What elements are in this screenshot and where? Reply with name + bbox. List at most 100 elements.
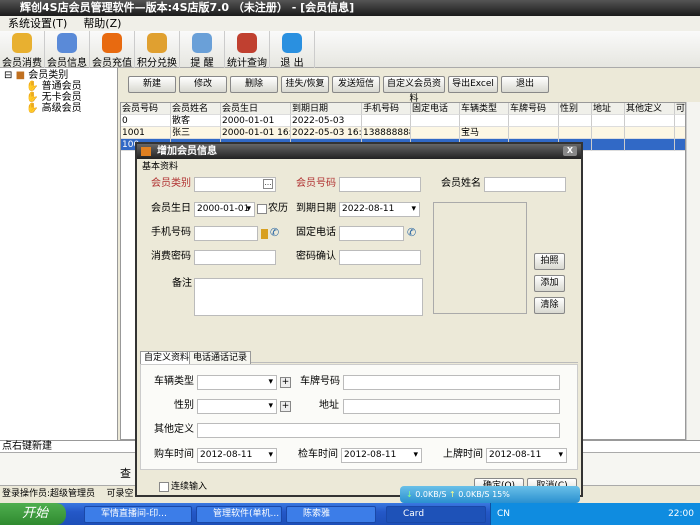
language-indicator[interactable]: CN <box>491 503 510 525</box>
grid-scrollbar[interactable] <box>686 102 700 440</box>
delete-button[interactable]: 删除 <box>230 76 278 93</box>
category-label: 会员类别 <box>151 178 191 189</box>
download-speed: 0.0KB/S <box>415 490 447 499</box>
mobile-input[interactable] <box>194 226 258 241</box>
birthday-picker[interactable]: 2000-01-01 <box>194 202 255 217</box>
toolbar-button-3[interactable]: 积分兑换 <box>135 31 180 69</box>
reminder-icon <box>192 33 212 53</box>
dialog-close-button[interactable]: X <box>563 146 577 156</box>
confirm-input[interactable] <box>339 250 421 265</box>
add-photo-button[interactable]: 添加 <box>534 275 565 292</box>
table-cell <box>675 127 685 139</box>
menu-system-settings[interactable]: 系统设置(T) <box>8 17 67 30</box>
number-input[interactable] <box>339 177 421 192</box>
menu-help[interactable]: 帮助(Z) <box>83 17 121 30</box>
other-input[interactable] <box>197 423 560 438</box>
dial-icon[interactable]: ✆ <box>270 226 279 239</box>
task-management[interactable]: 管理软件(单机... <box>196 506 282 523</box>
query-label[interactable]: 查 <box>120 465 131 481</box>
column-header[interactable]: 固定电话 <box>411 103 460 115</box>
category-input[interactable]: … <box>194 177 276 192</box>
table-cell <box>509 127 559 139</box>
action-buttons: 新建 修改 删除 挂失/恢复 发送短信 自定义会员资料 导出Excel 退出 <box>120 76 686 104</box>
dialog-title-bar[interactable]: 增加会员信息 X <box>137 144 581 159</box>
gender-select[interactable] <box>197 399 277 414</box>
toolbar-label: 统计查询 <box>227 58 267 69</box>
table-row[interactable]: 1001张三2000-01-01 16:27:572022-05-03 16:2… <box>121 127 685 139</box>
dial-icon[interactable]: ✆ <box>407 226 416 239</box>
toolbar-button-2[interactable]: 会员充值 <box>90 31 135 69</box>
column-header[interactable]: 车牌号码 <box>509 103 559 115</box>
tree-root[interactable]: ⊟ ■ 会员类别 <box>4 70 113 81</box>
buy-time-label: 购车时间 <box>154 449 194 460</box>
upload-speed: 0.0KB/S <box>458 490 490 499</box>
column-header[interactable]: 车辆类型 <box>460 103 509 115</box>
task-chen[interactable]: 陈索雅 <box>286 506 376 523</box>
new-button[interactable]: 新建 <box>128 76 176 93</box>
table-cell <box>625 115 675 127</box>
column-header[interactable]: 地址 <box>592 103 625 115</box>
plate-input[interactable] <box>343 375 560 390</box>
column-header[interactable]: 其他定义 <box>625 103 675 115</box>
menu-bar: 系统设置(T) 帮助(Z) <box>0 16 700 31</box>
statistics-icon <box>237 33 257 53</box>
coin-icon <box>102 33 122 53</box>
phone-input[interactable] <box>339 226 404 241</box>
lunar-checkbox[interactable] <box>257 204 267 214</box>
phone-label: 固定电话 <box>296 227 336 238</box>
tab-call-records[interactable]: 电话通话记录 <box>189 351 252 364</box>
browse-button[interactable]: … <box>263 179 273 189</box>
add-gender-button[interactable]: + <box>280 401 291 412</box>
inspect-time-picker[interactable]: 2012-08-11 <box>341 448 422 463</box>
column-header[interactable]: 会员姓名 <box>171 103 221 115</box>
start-button[interactable]: 开始 <box>0 503 66 525</box>
remark-textarea[interactable] <box>194 278 423 316</box>
toolbar-button-4[interactable]: 提 醒 <box>180 31 225 69</box>
export-excel-button[interactable]: 导出Excel <box>448 76 498 93</box>
column-header[interactable]: 会员号码 <box>121 103 171 115</box>
task-card[interactable]: Card <box>386 506 486 523</box>
table-row[interactable]: 0 散客 2000-01-01 2022-05-03 <box>121 115 685 127</box>
toolbar-label: 提 醒 <box>190 58 214 69</box>
plate-time-picker[interactable]: 2012-08-11 <box>486 448 567 463</box>
table-cell <box>460 115 509 127</box>
toolbar-button-5[interactable]: 统计查询 <box>225 31 270 69</box>
table-cell <box>592 139 625 151</box>
column-header[interactable]: 到期日期 <box>291 103 362 115</box>
custom-fields-button[interactable]: 自定义会员资料 <box>383 76 445 104</box>
table-cell <box>411 115 460 127</box>
app-icon <box>141 147 151 156</box>
buy-time-picker[interactable]: 2012-08-11 <box>197 448 277 463</box>
other-label: 其他定义 <box>154 424 194 435</box>
loss-restore-button[interactable]: 挂失/恢复 <box>281 76 329 93</box>
plate-label: 车牌号码 <box>300 376 340 387</box>
send-sms-button[interactable]: 发送短信 <box>332 76 380 93</box>
sms-icon[interactable] <box>261 229 268 239</box>
column-header[interactable]: 会员生日 <box>221 103 291 115</box>
address-input[interactable] <box>343 399 560 414</box>
toolbar-button-0[interactable]: 会员消费 <box>0 31 45 69</box>
task-military[interactable]: 军情直播间-印... <box>84 506 192 523</box>
toolbar-button-1[interactable]: 会员信息 <box>45 31 90 69</box>
edit-button[interactable]: 修改 <box>179 76 227 93</box>
exit-button[interactable]: 退出 <box>501 76 549 93</box>
network-speed-widget: ↓ 0.0KB/S ↑ 0.0KB/S 15% <box>400 486 580 503</box>
clear-photo-button[interactable]: 清除 <box>534 297 565 314</box>
tab-custom-info[interactable]: 自定义资料 <box>140 351 194 364</box>
expiry-picker[interactable]: 2022-08-11 <box>339 202 420 217</box>
add-member-dialog: 增加会员信息 X 基本资料 会员类别 … 会员号码 会员姓名 会员生日 2000… <box>135 142 583 497</box>
vehicle-type-select[interactable] <box>197 375 277 390</box>
take-photo-button[interactable]: 拍照 <box>534 253 565 270</box>
name-input[interactable] <box>484 177 566 192</box>
column-header[interactable]: 性别 <box>559 103 592 115</box>
continuous-checkbox[interactable] <box>159 482 169 492</box>
toolbar-button-6[interactable]: 退 出 <box>270 31 315 69</box>
add-vehicle-type-button[interactable]: + <box>280 377 291 388</box>
table-cell <box>625 139 675 151</box>
tree-item-premium[interactable]: ✋ 高级会员 <box>4 103 113 114</box>
column-header[interactable]: 手机号码 <box>362 103 411 115</box>
tree-item-regular[interactable]: ✋ 普通会员 <box>4 81 113 92</box>
password-input[interactable] <box>194 250 276 265</box>
tree-item-no-card[interactable]: ✋ 无卡会员 <box>4 92 113 103</box>
column-header[interactable]: 可 <box>675 103 685 115</box>
